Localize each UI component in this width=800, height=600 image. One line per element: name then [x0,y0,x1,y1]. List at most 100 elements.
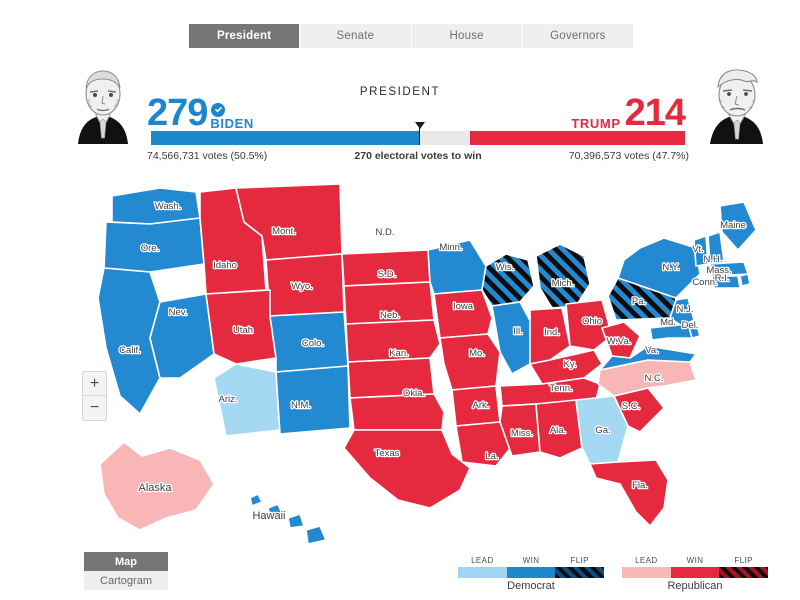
state-label-minn: Minn. [439,242,462,253]
state-label-sc: S.C. [622,401,640,412]
state-nm[interactable] [275,365,351,435]
state-mo[interactable] [439,333,501,391]
state-label-vt: Vt. [692,244,704,255]
legend-swatch-gop-flip [719,567,769,578]
state-label-fla: Fla. [632,480,648,491]
state-label-tenn: Tenn. [549,383,572,394]
legend-label-flip: FLIP [734,556,753,565]
state-label-nm: N.M. [291,400,311,411]
state-label-utah: Utah [233,325,253,336]
state-label-sd: S.D. [378,269,396,280]
state-label-ark: Ark. [473,400,490,411]
result-trump: TRUMP 214 [571,94,686,132]
state-label-md: Md. [660,317,676,328]
tab-president[interactable]: President [189,24,301,48]
us-election-map[interactable]: Wash. Ore. Calif. Nev. Idaho Mont. Wyo. Utah Col… [0,178,800,550]
electoral-bar-republican [470,131,685,145]
state-label-mo: Mo. [469,348,485,359]
legend-swatches-dem [458,567,605,578]
state-mich[interactable] [535,243,591,309]
state-label-nc: N.C. [645,373,664,384]
state-iowa[interactable] [433,289,493,339]
view-button-cartogram[interactable]: Cartogram [84,571,168,590]
legend-party-democrat: Democrat [507,580,555,592]
candidate-portrait-trump [700,66,774,144]
legend-party-republican: Republican [667,580,723,592]
state-label-nd: N.D. [376,227,395,238]
state-label-ny: N.Y. [662,262,679,273]
popular-vote-trump: 70,396,573 votes (47.7%) [568,150,689,162]
state-label-wash: Wash. [155,201,182,212]
state-label-pa: Pa. [632,296,646,307]
zoom-in-button[interactable]: + [83,372,106,396]
legend-label-win: WIN [686,556,704,565]
state-label-nh: N.H. [704,254,723,265]
state-label-neb: Neb. [380,310,400,321]
state-label-calif: Calif. [119,345,141,356]
state-label-la: La. [485,451,498,462]
state-ri[interactable] [739,273,751,287]
state-fla[interactable] [589,459,669,527]
legend-label-lead: LEAD [635,556,658,565]
state-texas[interactable] [343,429,471,509]
tab-house[interactable]: House [411,24,523,48]
state-label-iowa: Iowa [453,301,474,312]
state-label-ala: Ala. [550,425,566,436]
state-label-miss: Miss. [511,428,533,439]
map-zoom-controls[interactable]: + − [82,371,107,421]
legend-label-win: WIN [522,556,540,565]
legend-label-flip: FLIP [570,556,589,565]
view-button-map[interactable]: Map [84,552,168,571]
legend-swatch-dem-flip [555,567,605,578]
state-label-nj: N.J. [677,304,694,315]
tab-governors[interactable]: Governors [522,24,633,48]
legend-swatch-gop-lead [622,567,671,578]
state-label-alaska: Alaska [138,482,172,494]
state-label-ind: Ind. [544,327,560,338]
map-view-toggle[interactable]: Map Cartogram [84,552,168,590]
popular-vote-biden: 74,566,731 votes (50.5%) [147,150,268,162]
legend-republican: LEAD WIN FLIP Republican [622,556,769,592]
legend-tier-labels-dem: LEAD WIN FLIP [458,556,604,565]
zoom-out-button[interactable]: − [83,396,106,420]
state-label-okla: Okla. [403,388,425,399]
tab-senate[interactable]: Senate [300,24,412,48]
result-biden: 279 BIDEN [147,92,254,134]
election-results-app: President Senate House Governors PRESIDE… [0,0,800,600]
state-label-wva: W.Va. [607,336,632,347]
state-label-ariz: Ariz. [219,394,238,405]
state-label-conn: Conn. [692,277,717,288]
state-label-wyo: Wyo. [291,281,313,292]
state-label-ky: Ky. [563,359,576,370]
state-label-va: Va. [645,345,659,356]
bar-captions: 74,566,731 votes (50.5%) 270 electoral v… [147,150,689,164]
candidate-portrait-biden [66,66,140,144]
state-nd[interactable] [341,249,431,287]
majority-threshold-marker [414,122,425,145]
threshold-caption: 270 electoral votes to win [354,150,482,162]
state-okla[interactable] [349,393,445,431]
check-circle-icon [211,102,226,117]
candidate-name-biden: BIDEN [210,115,254,131]
state-label-wis: Wis. [496,262,514,273]
state-label-hawaii: Hawaii [252,510,285,522]
legend-tier-labels-gop: LEAD WIN FLIP [622,556,768,565]
race-tabs: President Senate House Governors [189,24,633,48]
legend-swatch-dem-win [506,567,556,578]
state-label-texas: Texas [375,448,400,459]
state-label-nev: Nev. [169,307,188,318]
state-label-ga: Ga. [595,425,610,436]
state-label-maine: Maine [720,220,746,231]
legend-swatch-dem-lead [458,567,507,578]
state-label-ill: Ill. [513,326,523,337]
legend-label-lead: LEAD [471,556,494,565]
legend-swatches-gop [622,567,769,578]
state-label-mont: Mont. [272,226,296,237]
state-label-ohio: Ohio [582,316,602,327]
map-svg[interactable]: Wash. Ore. Calif. Nev. Idaho Mont. Wyo. Utah Col… [0,178,800,550]
electoral-votes-biden: 279 [147,92,208,134]
state-label-mich: Mich. [552,278,575,289]
state-label-colo: Colo. [302,338,324,349]
legend-democrat: LEAD WIN FLIP Democrat [458,556,605,592]
state-label-idaho: Idaho [213,260,237,271]
